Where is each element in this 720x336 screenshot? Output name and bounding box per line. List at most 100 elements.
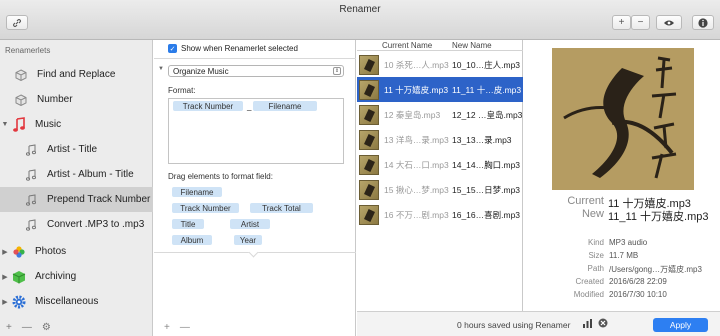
sidebar-item-artist-album-title[interactable]: Artist - Album - Title (0, 162, 153, 187)
sidebar-item-archiving[interactable]: ▶ Archiving (0, 264, 153, 289)
sidebar-item-label: Archiving (35, 271, 77, 282)
format-label: Format: (168, 86, 196, 95)
table-row[interactable]: 10 杀死…人.mp3 10_10…庄人.mp3 (357, 52, 523, 77)
pointer-notch (248, 247, 259, 258)
sidebar-header: Renamerlets (5, 46, 51, 55)
album-art-thumbnail (359, 179, 379, 200)
collapse-icon[interactable]: ▼ (158, 66, 164, 72)
column-new-name[interactable]: New Name (452, 41, 492, 50)
remove-step-button[interactable]: — (180, 322, 190, 333)
sidebar-item-label: Miscellaneous (35, 296, 99, 307)
table-row[interactable]: 11 十万嬉皮.mp3 11_11 十…皮.mp3 (357, 77, 523, 102)
new-name: 15_15…日梦.mp3 (452, 184, 521, 195)
modified-value: 2016/7/30 10:10 (609, 290, 667, 299)
sidebar-item-prepend-track-number[interactable]: Prepend Track Number (0, 187, 153, 212)
sidebar-item-label: Photos (35, 246, 67, 257)
element-album[interactable]: Album (172, 235, 212, 245)
current-label: Current (567, 195, 604, 207)
element-title[interactable]: Title (172, 219, 204, 229)
format-chip-track-number[interactable]: Track Number (173, 101, 243, 111)
table-row[interactable]: 13 洋鸟…录.mp3 13_13…录.mp3 (357, 127, 523, 152)
size-label: Size (588, 251, 604, 260)
sidebar-item-find-and-replace[interactable]: Find and Replace (0, 62, 153, 87)
sidebar-item-artist-title[interactable]: Artist - Title (0, 137, 153, 162)
add-file-button[interactable]: + (612, 15, 631, 30)
table-row[interactable]: 15 揪心…梦.mp3 15_15…日梦.mp3 (357, 177, 523, 202)
show-when-selected-checkbox[interactable]: ✓ Show when Renamerlet selected (168, 44, 298, 53)
current-name: 16 不万…剧.mp3 (384, 209, 449, 220)
time-saved-text: 0 hours saved using Renamer (457, 320, 571, 330)
format-chip-filename[interactable]: Filename (253, 101, 317, 111)
sidebar-item-music[interactable]: ▼ Music (0, 112, 153, 137)
music-note-icon (22, 216, 40, 234)
gear-menu-button[interactable]: ⚙ (42, 322, 51, 333)
new-name: 10_10…庄人.mp3 (452, 59, 521, 70)
path-value: /Users/gong…万嬉皮.mp3 (609, 265, 702, 274)
sidebar-item-label: Convert .MP3 to .mp3 (47, 219, 145, 230)
element-filename[interactable]: Filename (172, 187, 222, 197)
list-header: Current Name New Name (357, 40, 523, 51)
table-row[interactable]: 12 秦皇岛.mp3 12_12 …皇岛.mp3 (357, 102, 523, 127)
sidebar-item-number[interactable]: Number (0, 87, 153, 112)
link-icon (13, 18, 21, 27)
disclosure-right-icon[interactable]: ▶ (0, 298, 10, 306)
current-name: 12 秦皇岛.mp3 (384, 109, 441, 120)
element-year[interactable]: Year (234, 235, 262, 245)
disclosure-right-icon[interactable]: ▶ (0, 273, 10, 281)
file-list: Current Name New Name 10 杀死…人.mp3 10_10…庄… (357, 40, 523, 311)
element-track-total[interactable]: Track Total (250, 203, 313, 213)
gear-icon (10, 293, 28, 311)
clear-icon[interactable] (598, 318, 608, 330)
sidebar-item-label: Artist - Title (47, 144, 98, 155)
window-title: Renamer (339, 4, 381, 15)
modified-label: Modified (573, 290, 604, 299)
kind-label: Kind (587, 238, 604, 247)
disclosure-right-icon[interactable]: ▶ (0, 248, 10, 256)
sidebar-item-miscellaneous[interactable]: ▶ Miscellaneous (0, 289, 153, 314)
remove-file-button[interactable]: − (631, 15, 650, 30)
add-renamerlet-button[interactable]: + (6, 322, 12, 333)
album-art (552, 48, 694, 190)
element-track-number[interactable]: Track Number (172, 203, 239, 213)
info-icon (698, 17, 708, 28)
editor-footer: + — (154, 318, 356, 336)
apply-button[interactable]: Apply (653, 318, 708, 332)
album-art-thumbnail (359, 204, 379, 225)
sidebar-item-label: Number (37, 94, 73, 105)
sidebar-item-convert-mp3[interactable]: Convert .MP3 to .mp3 (0, 212, 153, 237)
table-row[interactable]: 14 大石…口.mp3 14_14…胸口.mp3 (357, 152, 523, 177)
organize-select[interactable]: Organize Music ⇕ (168, 65, 344, 77)
eye-icon (664, 20, 674, 25)
created-label: Created (575, 277, 604, 286)
remove-renamerlet-button[interactable]: — (22, 322, 32, 333)
cube-icon (12, 66, 30, 84)
preview-button[interactable] (656, 15, 682, 30)
album-art-thumbnail (359, 54, 379, 75)
cube-icon (12, 91, 30, 109)
info-button[interactable] (692, 15, 714, 30)
element-artist[interactable]: Artist (230, 219, 270, 229)
new-name: 11_11 十…皮.mp3 (452, 84, 522, 95)
new-label: New (581, 208, 604, 220)
column-current-name[interactable]: Current Name (382, 41, 432, 50)
new-name: 13_13…录.mp3 (452, 134, 512, 145)
format-field[interactable]: Track Number _ Filename (168, 98, 344, 164)
disclosure-down-icon[interactable]: ▼ (0, 121, 10, 128)
select-value: Organize Music (173, 66, 229, 76)
format-separator[interactable]: _ (247, 102, 251, 111)
size-value: 11.7 MB (609, 251, 639, 260)
divider (154, 58, 356, 59)
chevron-updown-icon: ⇕ (333, 67, 341, 75)
current-name: 10 杀死…人.mp3 (384, 59, 449, 70)
music-note-icon (22, 166, 40, 184)
music-note-icon (10, 116, 28, 134)
album-art-thumbnail (359, 154, 379, 175)
stats-chart-icon[interactable] (583, 319, 592, 330)
album-art-thumbnail (359, 129, 379, 150)
sidebar-item-photos[interactable]: ▶ Photos (0, 239, 153, 264)
sidebar-item-label: Artist - Album - Title (47, 169, 134, 180)
sidebar: Renamerlets Find and Replace Number ▼ Mu… (0, 40, 153, 336)
table-row[interactable]: 16 不万…剧.mp3 16_16…喜剧.mp3 (357, 202, 523, 227)
link-button[interactable] (6, 15, 28, 30)
add-step-button[interactable]: + (164, 322, 170, 333)
